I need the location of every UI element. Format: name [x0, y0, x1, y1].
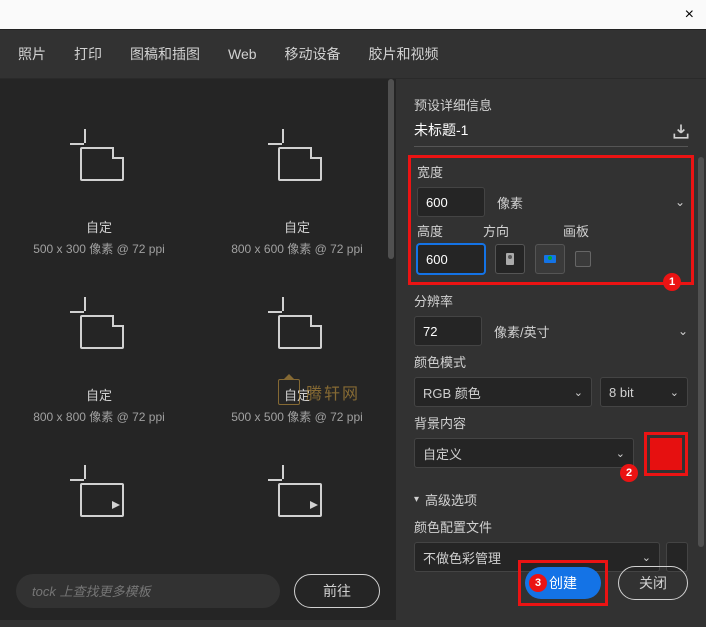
document-name[interactable]: 未标题-1 [414, 120, 468, 140]
template-sub: 800 x 800 像素 @ 72 ppi [33, 408, 165, 425]
resolution-field[interactable] [414, 316, 482, 346]
chevron-down-icon: ▾ [414, 494, 419, 505]
tab-artwork[interactable]: 图稿和插图 [116, 44, 214, 64]
advanced-options-toggle[interactable]: ▾ 高级选项 [414, 490, 688, 509]
artboard-checkbox[interactable] [575, 251, 591, 267]
preset-details-panel: 预设详细信息 未标题-1 宽度 像素 ⌄ 高度 方向 画板 [396, 79, 706, 620]
document-icon [272, 473, 322, 517]
width-field[interactable] [417, 187, 485, 217]
scrollbar[interactable] [698, 157, 704, 547]
templates-pane: 自定 500 x 300 像素 @ 72 ppi 自定 800 x 600 像素… [0, 79, 396, 620]
template-card[interactable]: 自定 800 x 800 像素 @ 72 ppi [0, 257, 198, 425]
template-card[interactable] [198, 425, 396, 547]
template-title: 自定 [86, 217, 112, 236]
annotation-1: 1 [663, 273, 681, 291]
template-title: 自定 [284, 385, 310, 404]
background-color-swatch[interactable] [650, 438, 682, 470]
annotation-3: 3 [529, 574, 547, 592]
orientation-portrait-button[interactable] [495, 244, 525, 274]
template-card[interactable]: 自定 800 x 600 像素 @ 72 ppi [198, 89, 396, 257]
section-title: 预设详细信息 [414, 95, 688, 114]
color-profile-label: 颜色配置文件 [414, 517, 688, 536]
chevron-down-icon[interactable]: ⌄ [678, 324, 688, 338]
document-icon [74, 137, 124, 181]
background-select[interactable]: 自定义⌄ [414, 438, 634, 468]
import-preset-icon[interactable] [670, 122, 688, 138]
document-icon [272, 137, 322, 181]
artboard-label: 画板 [563, 221, 589, 240]
template-sub: 500 x 300 像素 @ 72 ppi [33, 240, 165, 257]
close-icon[interactable]: × [685, 6, 694, 24]
resolution-unit-select[interactable]: 像素/英寸 [492, 318, 668, 345]
document-icon [74, 305, 124, 349]
template-title: 自定 [284, 217, 310, 236]
tab-mobile[interactable]: 移动设备 [271, 44, 355, 64]
width-label: 宽度 [417, 162, 685, 181]
search-input[interactable] [16, 574, 280, 608]
chevron-down-icon: ⌄ [670, 386, 679, 399]
bitdepth-select[interactable]: 8 bit⌄ [600, 377, 688, 407]
annotation-2: 2 [620, 464, 638, 482]
title-bar: × [0, 0, 706, 30]
tab-photo[interactable]: 照片 [4, 44, 60, 64]
height-label: 高度 [417, 221, 443, 240]
category-tabs: 照片 打印 图稿和插图 Web 移动设备 胶片和视频 [0, 30, 706, 79]
orientation-landscape-button[interactable] [535, 244, 565, 274]
tab-web[interactable]: Web [214, 46, 271, 62]
close-button[interactable]: 关闭 [618, 566, 688, 600]
tab-print[interactable]: 打印 [60, 44, 116, 64]
height-field[interactable] [417, 244, 485, 274]
chevron-down-icon[interactable]: ⌄ [675, 195, 685, 209]
scrollbar[interactable] [388, 79, 394, 259]
template-card[interactable]: 自定 500 x 300 像素 @ 72 ppi [0, 89, 198, 257]
template-card[interactable]: 自定 500 x 500 像素 @ 72 ppi [198, 257, 396, 425]
document-icon [74, 473, 124, 517]
go-button[interactable]: 前往 [294, 574, 380, 608]
template-sub: 500 x 500 像素 @ 72 ppi [231, 408, 363, 425]
template-sub: 800 x 600 像素 @ 72 ppi [231, 240, 363, 257]
tab-film[interactable]: 胶片和视频 [355, 44, 453, 64]
chevron-down-icon: ⌄ [616, 447, 625, 460]
chevron-down-icon: ⌄ [574, 386, 583, 399]
resolution-label: 分辨率 [414, 291, 688, 310]
template-title: 自定 [86, 385, 112, 404]
unit-select[interactable]: 像素 [495, 189, 665, 216]
create-highlight: 3 创建 [518, 560, 608, 606]
template-card[interactable] [0, 425, 198, 547]
background-label: 背景内容 [414, 413, 688, 432]
background-swatch-highlight [644, 432, 688, 476]
dimensions-highlight: 宽度 像素 ⌄ 高度 方向 画板 1 [408, 155, 694, 285]
document-icon [272, 305, 322, 349]
orientation-label: 方向 [483, 221, 509, 240]
colormode-label: 颜色模式 [414, 352, 688, 371]
colormode-select[interactable]: RGB 颜色⌄ [414, 377, 592, 407]
